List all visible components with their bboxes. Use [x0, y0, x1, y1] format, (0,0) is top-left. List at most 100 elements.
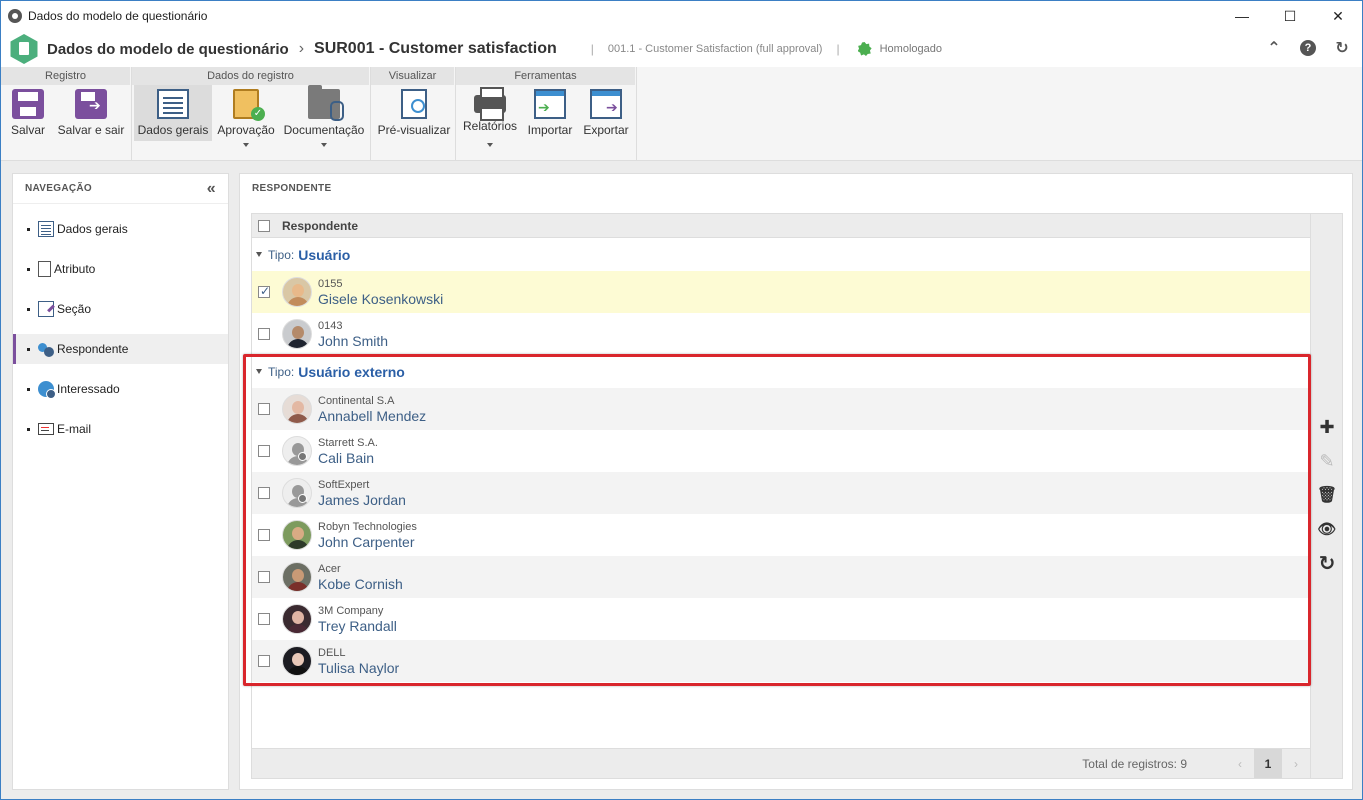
select-all-checkbox[interactable]	[258, 219, 270, 232]
sidebar-item-dados-gerais[interactable]: Dados gerais	[13, 214, 228, 244]
respondent-company: SoftExpert	[318, 478, 370, 491]
table-row[interactable]: Starrett S.A. Cali Bain	[252, 430, 1310, 472]
import-button[interactable]: Importar	[524, 85, 576, 141]
sidebar-item-email[interactable]: E-mail	[13, 414, 228, 444]
delete-icon[interactable]: 🗑	[1317, 485, 1337, 505]
approval-button[interactable]: Aprovação	[216, 85, 276, 147]
help-icon[interactable]: ?	[1300, 40, 1316, 56]
table-row[interactable]: DELL Tulisa Naylor	[252, 640, 1310, 682]
table-row[interactable]: 3M Company Trey Randall	[252, 598, 1310, 640]
row-checkbox[interactable]	[258, 445, 270, 457]
save-label: Salvar	[10, 123, 45, 137]
respondent-company: Continental S.A	[318, 394, 395, 407]
respondent-info: 3M Company Trey Randall	[318, 605, 397, 634]
table-row[interactable]: 0155 Gisele Kosenkowski	[252, 271, 1310, 313]
reports-button[interactable]: Relatórios	[462, 85, 518, 147]
sidebar-item-secao[interactable]: Seção	[13, 294, 228, 324]
sidebar-item-interessado[interactable]: Interessado	[13, 374, 228, 404]
respondent-name: John Carpenter	[318, 533, 415, 550]
ribbon-group-visualizar: Visualizar Pré-visualizar	[371, 67, 456, 161]
current-page[interactable]: 1	[1254, 749, 1282, 778]
row-checkbox[interactable]	[258, 487, 270, 499]
respondent-company: Acer	[318, 562, 341, 575]
app-window: Dados do modelo de questionário — ☐ ✕ Da…	[0, 0, 1363, 800]
status-separator: |	[836, 42, 840, 56]
view-icon[interactable]: 👁	[1317, 519, 1337, 539]
external-user-avatar-icon	[282, 436, 312, 466]
approved-badge-icon	[857, 42, 872, 56]
row-checkbox[interactable]	[258, 571, 270, 583]
export-button[interactable]: Exportar	[580, 85, 632, 141]
row-checkbox[interactable]	[258, 284, 270, 298]
save-exit-icon	[75, 89, 107, 119]
column-header-respondente[interactable]: Respondente	[282, 219, 358, 233]
ribbon-group-title: Registro	[1, 67, 131, 85]
status-badge: Homologado	[879, 43, 942, 55]
row-checkbox[interactable]	[258, 403, 270, 415]
group-header-usuario-externo[interactable]: Tipo: Usuário externo	[252, 355, 1310, 388]
grid-footer: Total de registros: 9 ‹ 1 ›	[252, 748, 1310, 778]
table-row[interactable]: Acer Kobe Cornish	[252, 556, 1310, 598]
save-button[interactable]: Salvar	[5, 85, 51, 141]
row-checkbox[interactable]	[258, 328, 270, 340]
documentation-label: Documentação	[283, 123, 365, 137]
table-row[interactable]: Robyn Technologies John Carpenter	[252, 514, 1310, 556]
header-actions: ⌃ ? ↻	[1264, 37, 1352, 59]
table-row[interactable]: Continental S.A Annabell Mendez	[252, 388, 1310, 430]
respondent-info: Starrett S.A. Cali Bain	[318, 437, 378, 466]
respondent-info: Continental S.A Annabell Mendez	[318, 395, 426, 424]
printer-icon	[474, 87, 506, 121]
edit-icon[interactable]: ✎	[1317, 451, 1337, 471]
documentation-button[interactable]: Documentação	[282, 85, 366, 147]
respondent-id: 0155	[318, 277, 343, 290]
table-row[interactable]: SoftExpert James Jordan	[252, 472, 1310, 514]
respondent-name: James Jordan	[318, 491, 406, 508]
navigation-header: NAVEGAÇÃO «	[13, 174, 228, 204]
window-controls: — ☐ ✕	[1218, 1, 1362, 31]
sidebar-item-label: Dados gerais	[57, 222, 128, 236]
collapse-group-icon[interactable]	[256, 252, 262, 257]
chevron-down-icon	[487, 143, 493, 147]
collapse-header-icon[interactable]: ⌃	[1264, 37, 1284, 59]
document-list-icon	[157, 89, 189, 119]
refresh-icon[interactable]: ↻	[1332, 37, 1352, 59]
group-label: Tipo:	[268, 247, 295, 262]
group-header-usuario[interactable]: Tipo: Usuário	[252, 238, 1310, 271]
respondent-company: 3M Company	[318, 604, 384, 617]
breadcrumb-parent[interactable]: Dados do modelo de questionário	[47, 41, 289, 58]
export-label: Exportar	[583, 123, 629, 137]
add-icon[interactable]: ✚	[1317, 417, 1337, 437]
save-exit-button[interactable]: Salvar e sair	[55, 85, 127, 141]
row-checkbox[interactable]	[258, 529, 270, 541]
ribbon-group-title: Ferramentas	[456, 67, 636, 85]
bullet	[27, 347, 30, 351]
respondent-name: John Smith	[318, 332, 389, 349]
general-data-button[interactable]: Dados gerais	[134, 85, 212, 141]
preview-button[interactable]: Pré-visualizar	[375, 85, 453, 141]
collapse-panel-icon[interactable]: «	[207, 174, 216, 204]
panel-title: RESPONDENTE	[252, 183, 332, 194]
collapse-group-icon[interactable]	[256, 369, 262, 374]
refresh-list-icon[interactable]: ↻	[1317, 553, 1337, 575]
maximize-button[interactable]: ☐	[1266, 1, 1314, 31]
ribbon-group-dados-registro: Dados do registro Dados gerais Aprovação…	[132, 67, 371, 161]
ribbon-group-registro: Registro Salvar Salvar e sair	[1, 67, 132, 161]
folder-attachment-icon	[308, 85, 344, 121]
respondent-info: 0143 John Smith	[318, 320, 388, 349]
sidebar-item-label: Seção	[57, 302, 92, 316]
minimize-button[interactable]: —	[1218, 1, 1266, 31]
previous-page-button[interactable]: ‹	[1226, 749, 1254, 778]
revision-text: 001.1 - Customer Satisfaction (full appr…	[607, 43, 823, 55]
sidebar-item-respondente[interactable]: Respondente	[13, 334, 228, 364]
respondent-name: Annabell Mendez	[318, 407, 427, 424]
close-button[interactable]: ✕	[1314, 1, 1362, 31]
row-checkbox[interactable]	[258, 613, 270, 625]
next-page-button[interactable]: ›	[1282, 749, 1310, 778]
row-checkbox[interactable]	[258, 655, 270, 667]
external-user-avatar-icon	[282, 478, 312, 508]
respondent-company: Robyn Technologies	[318, 520, 417, 533]
table-row[interactable]: 0143 John Smith	[252, 313, 1310, 355]
respondent-info: Acer Kobe Cornish	[318, 563, 403, 592]
bullet	[27, 387, 30, 391]
sidebar-item-atributo[interactable]: Atributo	[13, 254, 228, 284]
